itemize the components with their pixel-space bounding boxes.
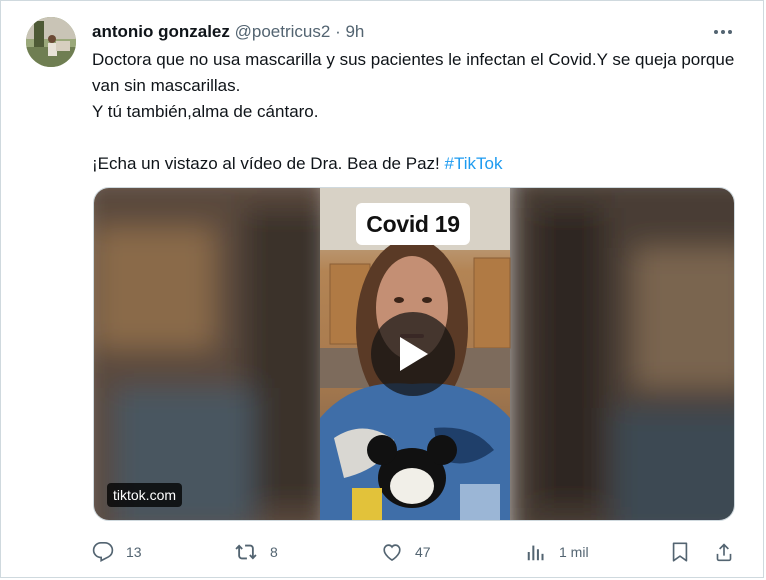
video-caption: Covid 19: [356, 203, 470, 245]
tweet-text-line: Y tú también,alma de cántaro.: [92, 102, 319, 121]
play-button[interactable]: [371, 312, 455, 396]
views-button[interactable]: 1 mil: [525, 539, 589, 565]
share-button[interactable]: [713, 539, 735, 565]
views-icon: [527, 545, 544, 561]
tweet-text-line: Doctora que no usa mascarilla y sus paci…: [92, 50, 735, 95]
tweet-text-link-line: ¡Echa un vistazo al vídeo de Dra. Bea de…: [92, 154, 440, 173]
source-domain-badge: tiktok.com: [107, 483, 183, 507]
tweet-text: Doctora que no usa mascarilla y sus paci…: [92, 47, 742, 177]
bookmark-icon: [672, 542, 688, 562]
avatar-image: [26, 17, 76, 67]
reply-button[interactable]: 13: [92, 539, 142, 565]
retweet-button[interactable]: 8: [234, 539, 278, 565]
play-icon: [400, 337, 428, 371]
action-bar: 13 8 47 1 mil: [1, 539, 765, 565]
timestamp[interactable]: 9h: [345, 22, 364, 41]
share-icon: [716, 543, 732, 562]
tweet-text-line: ¡Echa un vistazo al vídeo de Dra. Bea de…: [92, 151, 742, 177]
avatar[interactable]: [26, 17, 76, 67]
tweet-header: antonio gonzalez @poetricus2 · 9h: [92, 21, 364, 43]
more-button[interactable]: [706, 21, 740, 43]
tweet-card[interactable]: antonio gonzalez @poetricus2 · 9h Doctor…: [0, 0, 764, 578]
like-button[interactable]: 47: [381, 539, 431, 565]
reply-count: 13: [126, 544, 142, 560]
more-icon: [714, 30, 732, 34]
views-count: 1 mil: [559, 544, 589, 560]
reply-icon: [92, 542, 114, 562]
author-name[interactable]: antonio gonzalez: [92, 22, 230, 41]
bookmark-button[interactable]: [669, 539, 691, 565]
heart-icon: [383, 544, 401, 562]
separator-dot: ·: [335, 22, 341, 41]
like-count: 47: [415, 544, 431, 560]
hashtag-link[interactable]: #TikTok: [445, 154, 503, 173]
author-handle[interactable]: @poetricus2: [235, 22, 331, 41]
retweet-count: 8: [270, 544, 278, 560]
retweet-icon: [235, 544, 257, 560]
